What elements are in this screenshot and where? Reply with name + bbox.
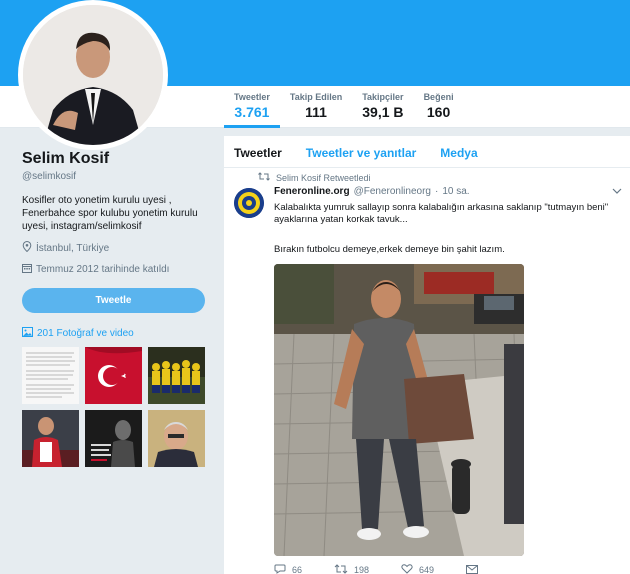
retweet-note: Selim Kosif Retweetledi xyxy=(276,172,371,183)
stat-value: 39,1 B xyxy=(362,104,404,120)
profile-stats: Tweetler 3.761 Takip Edilen 111 Takipçil… xyxy=(224,92,464,128)
tab-tweets[interactable]: Tweetler xyxy=(234,146,282,167)
tweet-author-avatar[interactable] xyxy=(234,188,264,218)
stat-label: Tweetler xyxy=(234,92,270,102)
reply-action[interactable]: 66 xyxy=(274,564,302,574)
profile-joined: Temmuz 2012 tarihinde katıldı xyxy=(22,263,206,276)
tweet-separator: · xyxy=(434,186,439,197)
chevron-down-icon[interactable] xyxy=(612,186,622,197)
reply-icon xyxy=(274,564,286,574)
profile-sidebar: Selim Kosif @selimkosif Kosifler oto yon… xyxy=(22,150,206,467)
photo-thumb-document[interactable] xyxy=(22,347,79,404)
tab-tweets-and-replies[interactable]: Tweetler ve yanıtlar xyxy=(306,146,417,167)
retweet-action-icon xyxy=(334,564,348,574)
tweet-author-handle[interactable]: @Feneronlineorg xyxy=(354,186,431,197)
photo-icon xyxy=(22,327,33,340)
photo-thumb-athlete[interactable] xyxy=(22,410,79,467)
tweet-time[interactable]: 10 sa. xyxy=(442,186,469,197)
tweet-button[interactable]: Tweetle xyxy=(22,288,205,313)
retweet-count: 198 xyxy=(354,565,370,574)
stat-label: Beğeni xyxy=(423,92,454,102)
heart-icon xyxy=(401,564,413,574)
retweet-context: Selim Kosif Retweetledi xyxy=(258,172,371,183)
stat-value: 111 xyxy=(305,104,327,120)
reply-count: 66 xyxy=(292,565,303,574)
tab-media[interactable]: Medya xyxy=(440,146,477,167)
photo-thumb-portrait[interactable] xyxy=(148,410,205,467)
stat-following[interactable]: Takip Edilen 111 xyxy=(280,92,352,128)
location-text: İstanbul, Türkiye xyxy=(36,242,110,254)
stat-label: Takipçiler xyxy=(362,92,404,102)
tweet-author-name[interactable]: Feneronline.org xyxy=(274,186,350,197)
photos-link-text: 201 Fotoğraf ve video xyxy=(37,328,134,339)
tweet-text-second: Bırakın futbolcu demeye,erkek demeye bin… xyxy=(274,244,505,255)
profile-name[interactable]: Selim Kosif xyxy=(22,150,206,168)
photos-videos-link[interactable]: 201 Fotoğraf ve video xyxy=(22,327,206,340)
like-count: 649 xyxy=(419,565,435,574)
tweet-actions: 66 198 649 xyxy=(274,564,479,574)
photo-grid xyxy=(22,347,206,467)
location-pin-icon xyxy=(22,240,32,255)
photo-thumb-team[interactable] xyxy=(148,347,205,404)
timeline-panel: Tweetler Tweetler ve yanıtlar Medya Seli… xyxy=(224,136,630,574)
stat-likes[interactable]: Beğeni 160 xyxy=(414,92,464,128)
stat-tweets[interactable]: Tweetler 3.761 xyxy=(224,92,280,128)
tweet-text: Kalabalıkta yumruk sallayıp sonra kalaba… xyxy=(274,202,609,225)
tweet-header: Feneronline.org @Feneronlineorg · 10 sa. xyxy=(274,186,470,197)
joined-text: Temmuz 2012 tarihinde katıldı xyxy=(36,264,170,275)
timeline-tabs: Tweetler Tweetler ve yanıtlar Medya xyxy=(224,136,630,168)
stat-value: 3.761 xyxy=(234,104,270,120)
avatar-photo xyxy=(23,5,163,145)
stat-label: Takip Edilen xyxy=(289,92,343,102)
retweet-icon xyxy=(258,172,270,183)
profile-handle[interactable]: @selimkosif xyxy=(22,171,206,182)
dm-action[interactable] xyxy=(466,564,479,574)
photo-thumb-ataturk[interactable] xyxy=(85,410,142,467)
stat-value: 160 xyxy=(426,104,451,120)
like-action[interactable]: 649 xyxy=(401,564,434,574)
profile-bio: Kosifler oto yonetim kurulu uyesi , Fene… xyxy=(22,195,198,232)
profile-location: İstanbul, Türkiye xyxy=(22,240,206,255)
envelope-icon xyxy=(466,564,479,574)
tweet-media-photo[interactable] xyxy=(274,264,524,556)
calendar-icon xyxy=(22,263,32,276)
stat-followers[interactable]: Takipçiler 39,1 B xyxy=(352,92,413,128)
photo-thumb-flag[interactable] xyxy=(85,347,142,404)
retweet-action[interactable]: 198 xyxy=(334,564,369,574)
avatar[interactable] xyxy=(18,0,168,150)
